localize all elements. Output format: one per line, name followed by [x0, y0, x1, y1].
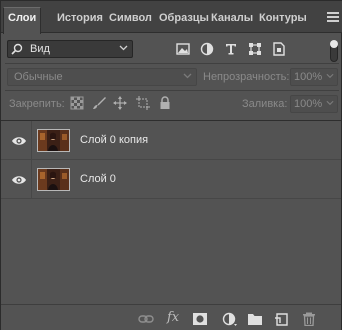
fill-value: 100%	[294, 98, 323, 110]
tab-character[interactable]: Символ	[105, 8, 156, 33]
tab-history[interactable]: История	[53, 8, 107, 33]
tab-bar: Слои История Символ Образцы Каналы Конту…	[1, 1, 342, 34]
layers-list: Слой 0 копия Слой 0	[1, 120, 341, 305]
add-mask-icon[interactable]	[192, 312, 208, 326]
opacity-field[interactable]: 100%	[290, 68, 338, 86]
link-layers-icon[interactable]	[138, 312, 154, 326]
lock-position-icon[interactable]	[113, 96, 127, 110]
layers-panel: Слои История Символ Образцы Каналы Конту…	[0, 0, 342, 330]
tab-paths[interactable]: Контуры	[255, 8, 311, 33]
layer-name[interactable]: Слой 0 копия	[80, 134, 148, 146]
tab-layers[interactable]: Слои	[3, 7, 42, 34]
fill-label: Заливка:	[242, 98, 288, 110]
layer-thumbnail	[37, 168, 70, 191]
chevron-down-icon	[119, 45, 128, 51]
layer-row[interactable]: Слой 0 копия	[1, 121, 341, 160]
lock-artboard-icon[interactable]	[136, 96, 150, 110]
lock-label: Закрепить:	[9, 98, 65, 110]
delete-layer-icon[interactable]	[301, 312, 317, 326]
opacity-value: 100%	[294, 71, 323, 83]
fill-field[interactable]: 100%	[290, 95, 338, 113]
lock-all-icon[interactable]	[158, 96, 172, 110]
layer-name[interactable]: Слой 0	[80, 173, 116, 185]
chevron-down-icon	[326, 100, 334, 106]
search-icon	[11, 43, 23, 55]
lock-transparent-pixels-icon[interactable]	[70, 96, 84, 110]
filter-kind-select[interactable]: Вид	[7, 40, 133, 58]
bottom-toolbar: fx	[1, 304, 341, 330]
divider	[31, 121, 32, 160]
layer-style-icon[interactable]: fx	[167, 310, 185, 325]
divider	[31, 160, 32, 199]
image-filter-icon[interactable]	[175, 41, 191, 57]
chevron-down-icon	[326, 73, 334, 79]
layer-row[interactable]: Слой 0	[1, 160, 341, 199]
layer-thumbnail	[37, 129, 70, 152]
divider	[5, 90, 339, 91]
filter-toggle[interactable]	[330, 40, 338, 62]
eye-icon[interactable]	[11, 135, 27, 147]
tab-swatches[interactable]: Образцы	[155, 8, 213, 33]
new-adjustment-icon[interactable]	[221, 312, 237, 326]
eye-icon[interactable]	[11, 174, 27, 186]
divider	[5, 63, 339, 64]
shape-filter-icon[interactable]	[247, 41, 263, 57]
new-group-icon[interactable]	[247, 312, 263, 326]
tab-channels[interactable]: Каналы	[207, 8, 257, 33]
filter-kind-value: Вид	[30, 43, 50, 55]
type-filter-icon[interactable]	[223, 41, 239, 57]
blend-mode-select[interactable]: Обычные	[7, 68, 197, 86]
smart-object-filter-icon[interactable]	[271, 41, 287, 57]
new-layer-icon[interactable]	[274, 312, 290, 326]
adjustment-filter-icon[interactable]	[199, 41, 215, 57]
blend-mode-value: Обычные	[14, 71, 63, 83]
opacity-label: Непрозрачность:	[203, 71, 290, 83]
panel-menu-icon[interactable]	[327, 12, 339, 22]
lock-image-pixels-icon[interactable]	[92, 96, 106, 110]
chevron-down-icon	[183, 73, 192, 79]
